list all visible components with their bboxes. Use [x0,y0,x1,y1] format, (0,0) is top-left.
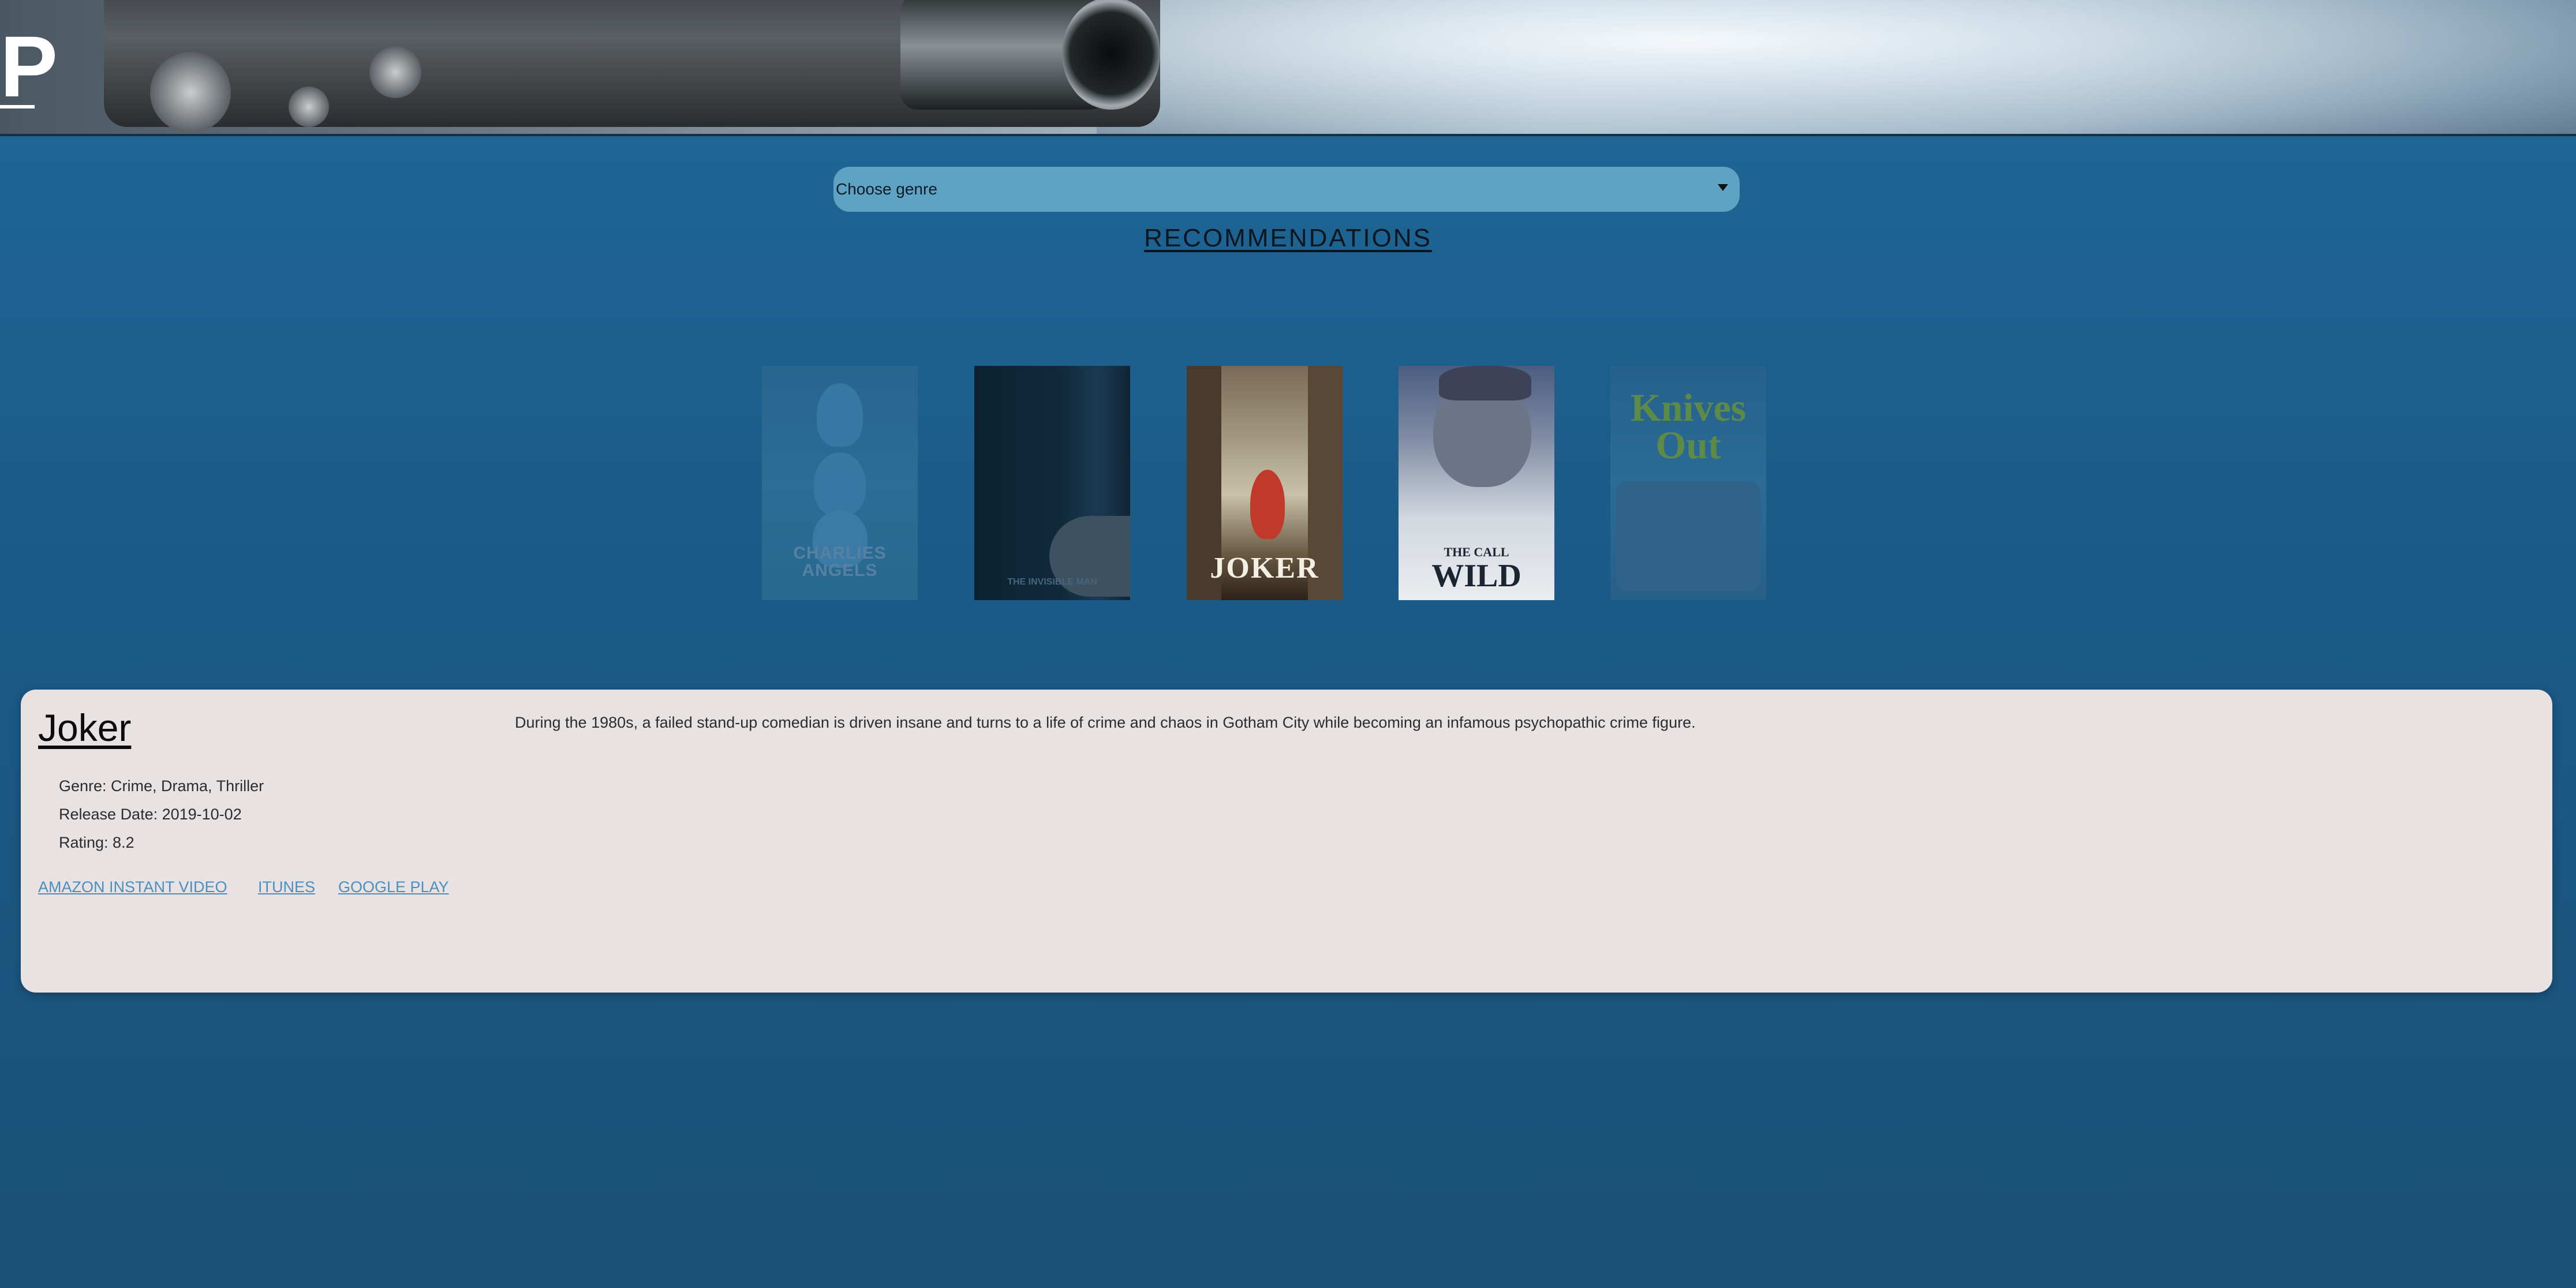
poster-title: THE INVISIBLE MAN [1007,577,1097,587]
projector-knob-icon [289,87,329,127]
poster-figure [817,383,863,447]
projector-reel-icon [150,52,231,133]
movie-description: During the 1980s, a failed stand-up come… [515,714,1696,731]
poster-the-call-of-the-wild[interactable]: THE CALL WILD [1399,366,1554,600]
poster-title: JOKER [1210,552,1319,585]
movie-release-date: Release Date: 2019-10-02 [59,806,242,823]
movie-detail-card: Joker Genre: Crime, Drama, Thriller Rele… [21,690,2552,993]
poster-the-invisible-man[interactable]: THE INVISIBLE MAN [974,366,1130,600]
movie-title[interactable]: Joker [38,706,131,750]
lens-icon [1062,0,1160,110]
recommendations-heading: RECOMMENDATIONS [1144,224,1432,252]
poster-title: THE CALL WILD [1431,545,1521,594]
projector-knob-icon [369,46,421,98]
header-banner: P [0,0,2576,136]
poster-knives-out[interactable]: Knives Out [1610,366,1766,600]
logo-underline [0,105,35,108]
itunes-link[interactable]: ITUNES [258,878,315,896]
poster-figure [814,452,866,516]
poster-figure [1250,470,1285,539]
poster-joker[interactable]: JOKER [1187,366,1343,600]
poster-cast [1616,481,1760,591]
genre-select[interactable]: Choose genre [833,167,1740,212]
site-logo[interactable]: P [0,23,58,110]
movie-genre: Genre: Crime, Drama, Thriller [59,777,264,795]
poster-title: Knives Out [1630,385,1747,467]
poster-title: CHARLIES ANGELS [793,544,887,580]
google-play-link[interactable]: GOOGLE PLAY [338,878,449,896]
poster-hat [1439,366,1531,400]
amazon-link[interactable]: AMAZON INSTANT VIDEO [38,878,227,896]
genre-select-value: Choose genre [836,180,937,198]
banner-background [1097,0,2576,134]
chevron-down-icon [1718,184,1728,191]
movie-rating: Rating: 8.2 [59,834,134,851]
poster-charlies-angels[interactable]: CHARLIES ANGELS [762,366,918,600]
